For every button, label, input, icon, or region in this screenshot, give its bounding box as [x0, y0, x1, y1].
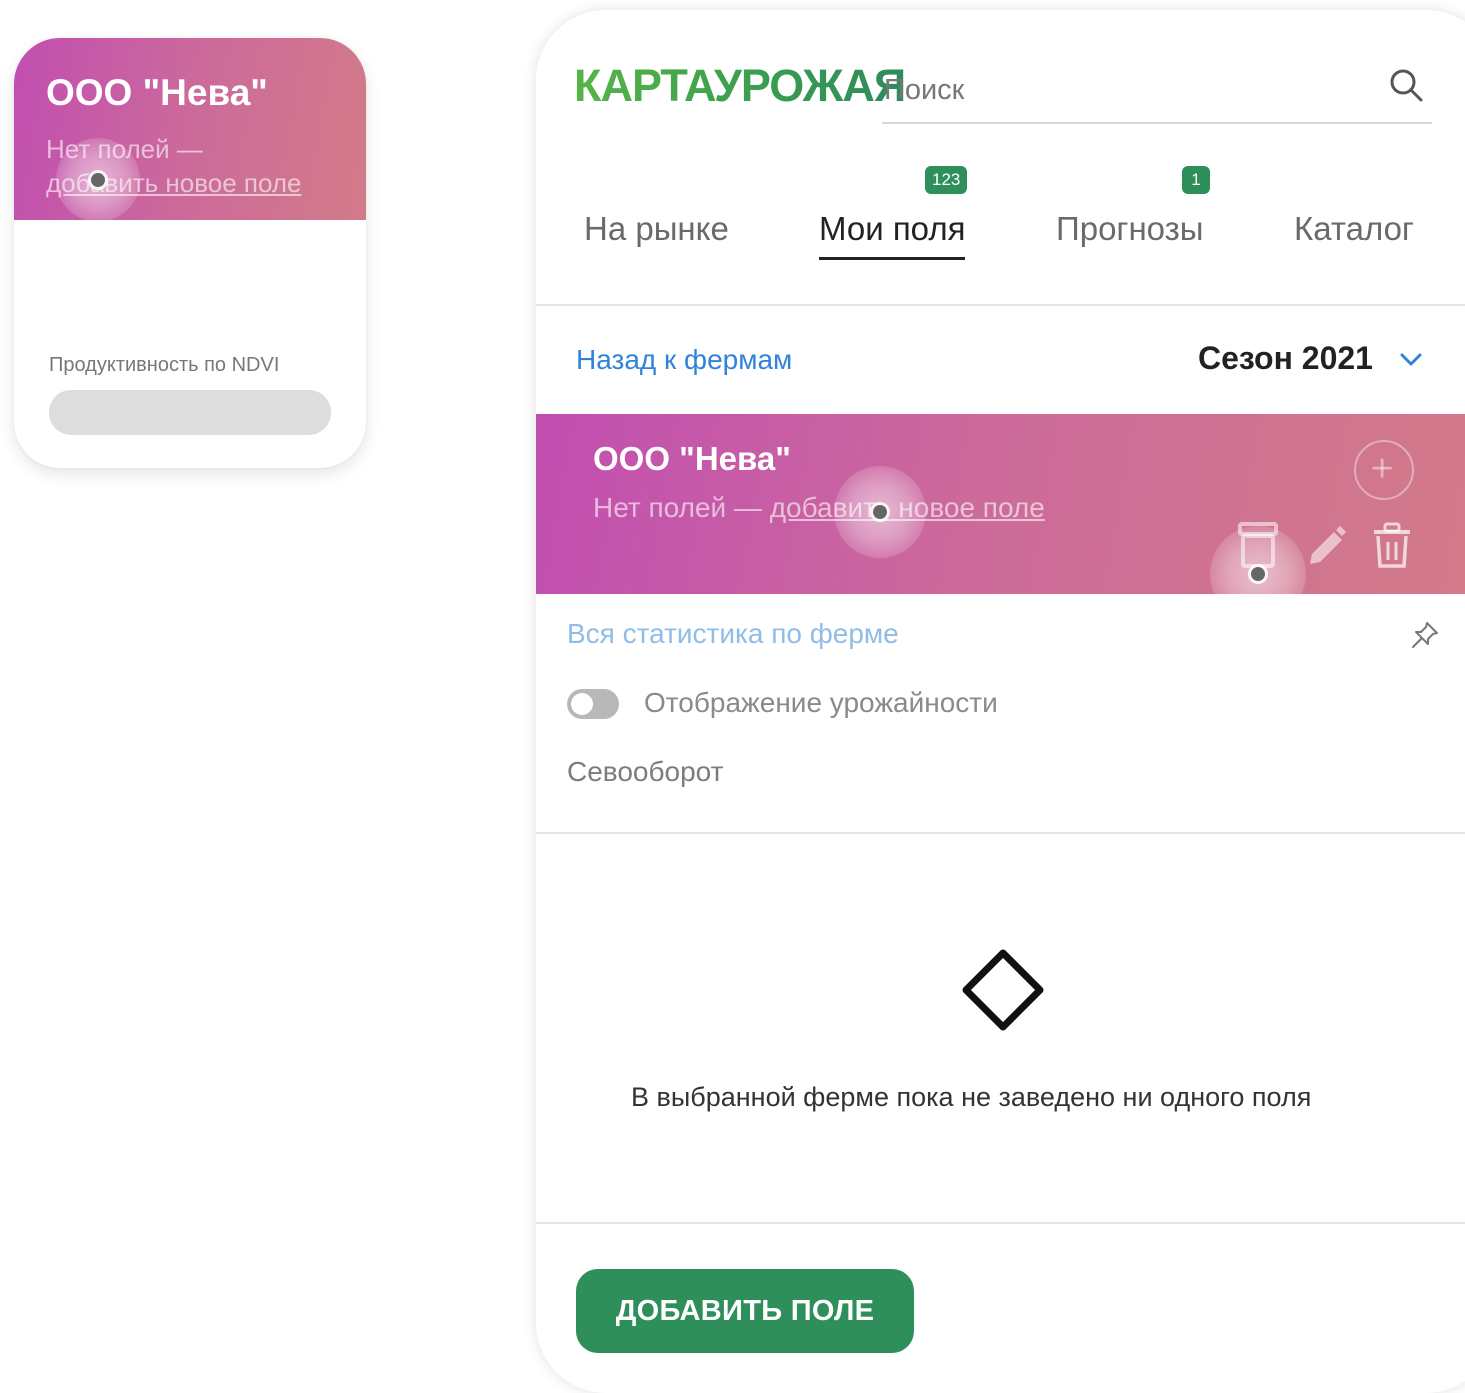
search-bar [882, 62, 1432, 124]
search-input[interactable] [882, 62, 1362, 118]
farm-no-fields: Нет полей — [593, 492, 770, 523]
tab-my-fields[interactable]: Мои поля 123 [819, 166, 968, 260]
tab-my-fields-label: Мои поля [819, 210, 966, 247]
plus-icon [1372, 458, 1392, 478]
back-to-farms-link[interactable]: Назад к фермам [576, 344, 792, 376]
edit-icon[interactable] [1302, 522, 1346, 570]
diamond-icon [962, 949, 1044, 1031]
tab-forecasts-label: Прогнозы [1056, 210, 1204, 247]
farm-subtitle: Нет полей — добавить новое поле [593, 492, 1045, 524]
tab-market[interactable]: На рынке [584, 210, 729, 248]
chevron-down-icon[interactable] [1398, 346, 1424, 372]
forecasts-count-badge: 1 [1182, 166, 1210, 194]
farm-banner: ООО "Нева" Нет полей — добавить новое по… [536, 414, 1465, 622]
touch-indicator [834, 466, 926, 558]
farm-title: ООО "Нева" [593, 440, 791, 477]
yield-display-toggle[interactable] [567, 689, 619, 719]
my-fields-count-badge: 123 [925, 166, 968, 194]
tab-market-label: На рынке [584, 210, 729, 247]
search-icon[interactable] [1387, 66, 1425, 104]
touch-indicator [56, 138, 140, 222]
tab-forecasts[interactable]: Прогнозы 1 [1056, 166, 1210, 248]
toggle-knob [571, 693, 593, 715]
trash-icon[interactable] [1370, 522, 1414, 570]
empty-state-message: В выбранной ферме пока не заведено ни од… [631, 1082, 1312, 1112]
season-select[interactable]: Сезон 2021 [1198, 340, 1373, 377]
pin-icon[interactable] [1410, 620, 1440, 650]
farm-preview-title: ООО "Нева" [46, 72, 268, 113]
ndvi-bar [49, 390, 331, 435]
footer-divider [536, 1222, 1465, 1224]
farm-stats-link[interactable]: Вся статистика по ферме [567, 618, 899, 650]
touch-indicator [1210, 526, 1306, 622]
tab-catalog[interactable]: Каталог [1294, 210, 1414, 248]
ndvi-label: Продуктивность по NDVI [49, 354, 280, 376]
main-tabs: На рынке Мои поля 123 Прогнозы 1 Каталог [536, 166, 1465, 270]
section-divider [536, 832, 1465, 834]
add-field-button[interactable] [1354, 440, 1414, 500]
app-panel: КАРТАУРОЖАЯ На рынке Мои поля 123 Прогно… [536, 10, 1465, 1393]
yield-display-label: Отображение урожайности [644, 687, 998, 718]
tab-catalog-label: Каталог [1294, 210, 1414, 247]
tabs-divider [536, 304, 1465, 306]
farm-preview-card[interactable]: ООО "Нева" Нет полей — добавить новое по… [14, 38, 366, 468]
crop-rotation-label[interactable]: Севооборот [567, 756, 723, 788]
add-field-primary-button[interactable]: ДОБАВИТЬ ПОЛЕ [576, 1269, 914, 1353]
app-logo: КАРТАУРОЖАЯ [574, 60, 906, 111]
